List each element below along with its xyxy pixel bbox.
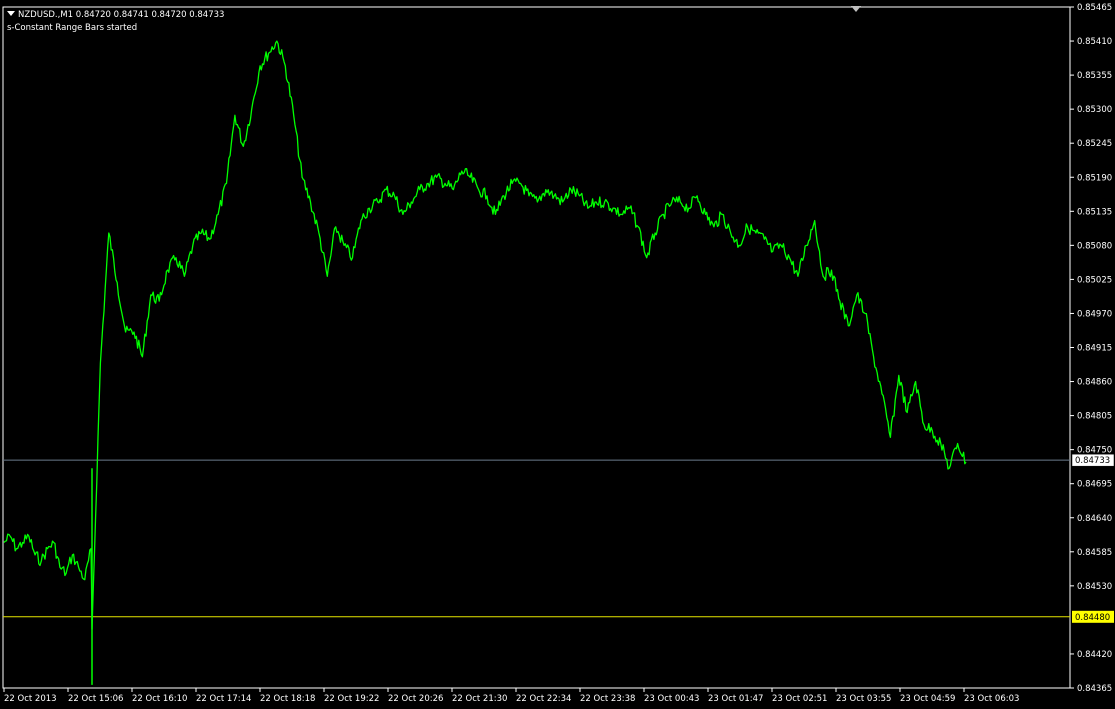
y-tick-label: 0.84640 [1077, 514, 1112, 524]
y-tick-label: 0.84915 [1077, 344, 1112, 354]
dropdown-triangle-icon[interactable] [7, 11, 15, 16]
y-tick-label: 0.84860 [1077, 378, 1112, 388]
y-tick-label: 0.84585 [1077, 548, 1112, 558]
chart-shift-marker-icon[interactable] [851, 6, 861, 12]
indicator-status: s-Constant Range Bars started [7, 23, 138, 33]
x-tick-label: 22 Oct 15:06 [68, 694, 123, 704]
y-tick-label: 0.84530 [1077, 582, 1112, 592]
x-tick-label: 22 Oct 2013 [4, 694, 57, 704]
level-price-label: 0.84480 [1075, 613, 1110, 623]
y-tick-label: 0.84970 [1077, 309, 1112, 319]
plot-frame [2, 6, 1071, 689]
y-tick-label: 0.84420 [1077, 650, 1112, 660]
x-tick-label: 22 Oct 20:26 [388, 694, 443, 704]
y-tick-label: 0.84805 [1077, 412, 1112, 422]
chart-svg[interactable]: 0.85465 0.85410 0.85355 0.85300 0.85245 0.851… [0, 0, 1115, 709]
x-tick-label: 23 Oct 01:47 [708, 694, 763, 704]
bid-price-label: 0.84733 [1075, 456, 1110, 466]
x-tick-label: 22 Oct 18:18 [260, 694, 315, 704]
x-tick-label: 22 Oct 21:30 [452, 694, 507, 704]
x-tick-label: 23 Oct 02:51 [772, 694, 827, 704]
x-tick-label: 23 Oct 06:03 [964, 694, 1019, 704]
y-tick-label: 0.85465 [1077, 3, 1112, 13]
x-tick-label: 23 Oct 00:43 [644, 694, 699, 704]
y-tick-label: 0.85135 [1077, 207, 1112, 217]
x-tick-label: 22 Oct 19:22 [324, 694, 379, 704]
price-series-line [3, 40, 967, 630]
x-tick-label: 23 Oct 03:55 [836, 694, 891, 704]
symbol-line: NZDUSD.,M1 0.84720 0.84741 0.84720 0.847… [18, 10, 225, 20]
y-tick-label: 0.85410 [1077, 37, 1112, 47]
y-tick-label: 0.85300 [1077, 105, 1112, 115]
y-tick-label: 0.85190 [1077, 173, 1112, 183]
y-tick-label: 0.84365 [1077, 684, 1112, 694]
chart-window[interactable]: 0.85465 0.85410 0.85355 0.85300 0.85245 0.851… [0, 0, 1115, 709]
y-tick-label: 0.85355 [1077, 71, 1112, 81]
x-tick-label: 22 Oct 16:10 [132, 694, 187, 704]
y-tick-label: 0.85245 [1077, 139, 1112, 149]
x-tick-label: 22 Oct 22:34 [516, 694, 571, 704]
symbol-header: NZDUSD.,M1 0.84720 0.84741 0.84720 0.847… [7, 10, 224, 20]
x-tick-label: 23 Oct 04:59 [900, 694, 955, 704]
x-tick-label: 22 Oct 17:14 [196, 694, 251, 704]
x-tick-label: 22 Oct 23:38 [580, 694, 635, 704]
y-tick-label: 0.85080 [1077, 241, 1112, 251]
y-tick-label: 0.85025 [1077, 275, 1112, 285]
y-tick-label: 0.84695 [1077, 480, 1112, 490]
